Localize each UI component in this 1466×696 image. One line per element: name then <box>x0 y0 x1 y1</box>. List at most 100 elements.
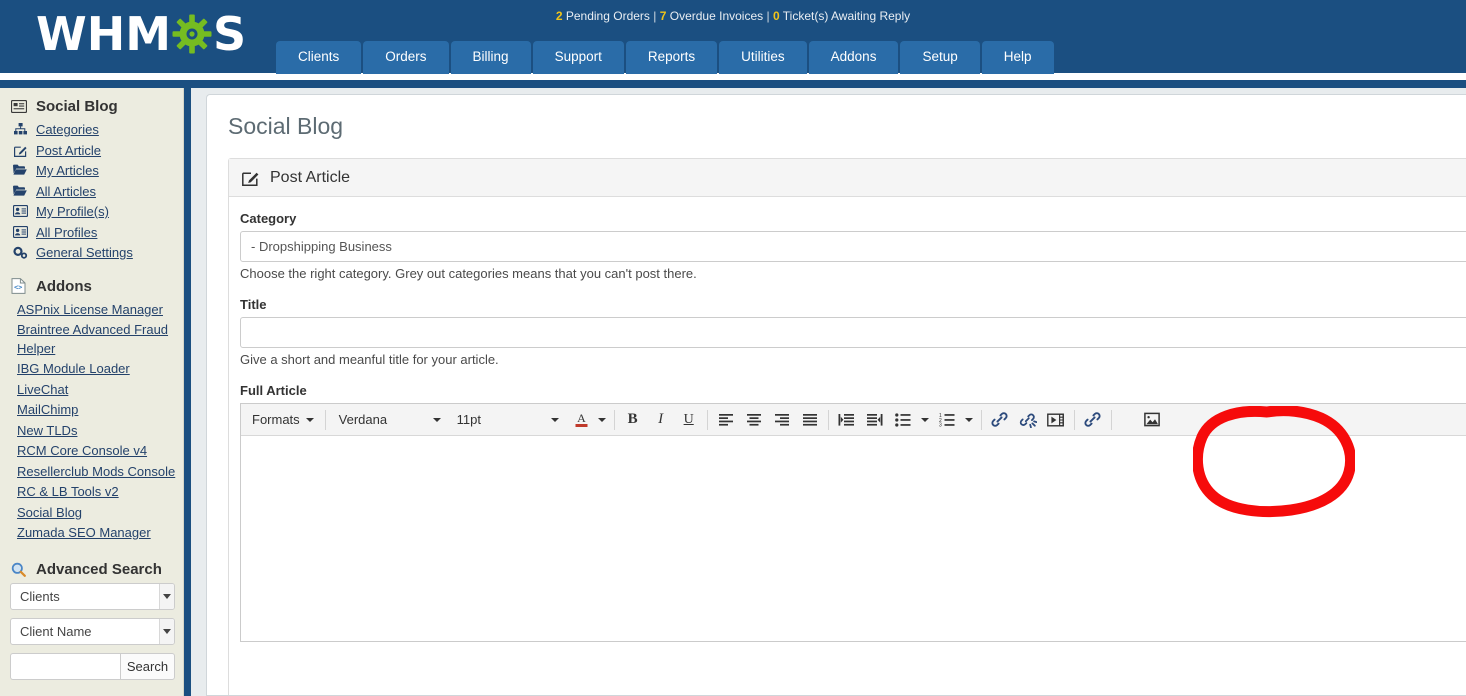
sidebar-section-social-blog-title: Social Blog <box>36 98 118 115</box>
nav-item-help[interactable]: Help <box>981 41 1054 74</box>
sidebar-item-aspnix-license-manager[interactable]: ASPnix License Manager <box>0 300 183 321</box>
sidebar-item-rcm-core-console-label[interactable]: RCM Core Console v4 <box>17 442 147 461</box>
unlink-button[interactable] <box>1014 407 1042 433</box>
text-color-button[interactable]: A <box>566 407 594 433</box>
search-field-select[interactable]: Client Name <box>10 617 175 645</box>
numbered-list-button[interactable]: 1 2 3 <box>933 407 961 433</box>
sidebar-item-my-articles-label[interactable]: My Articles <box>36 162 99 181</box>
underline-button[interactable]: U <box>675 407 703 433</box>
toolbar-separator <box>613 409 615 430</box>
sidebar-item-my-articles[interactable]: My Articles <box>0 161 183 182</box>
align-right-icon <box>774 413 790 427</box>
indent-button[interactable] <box>833 407 861 433</box>
sidebar-item-all-articles[interactable]: All Articles <box>0 182 183 203</box>
advanced-search-section: Advanced Search Clients Client Name Sear… <box>0 550 183 680</box>
align-justify-button[interactable] <box>796 407 824 433</box>
title-input[interactable] <box>240 317 1466 348</box>
align-right-button[interactable] <box>768 407 796 433</box>
sidebar-item-categories[interactable]: Categories <box>0 120 183 141</box>
sidebar-item-braintree-fraud-helper-label[interactable]: Braintree Advanced Fraud Helper <box>17 321 177 358</box>
sidebar-item-braintree-fraud-helper[interactable]: Braintree Advanced Fraud Helper <box>0 320 183 359</box>
outdent-button[interactable] <box>861 407 889 433</box>
insert-image-icon <box>1143 412 1160 427</box>
search-type-select[interactable]: Clients <box>10 582 175 610</box>
numbered-list-icon: 1 2 3 <box>939 413 955 427</box>
font-family-value: Verdana <box>338 412 388 427</box>
sidebar-item-zumada-seo-manager-label[interactable]: Zumada SEO Manager <box>17 524 151 543</box>
insert-video-icon <box>1047 413 1065 427</box>
sidebar-item-social-blog[interactable]: Social Blog <box>0 503 183 524</box>
search-input[interactable] <box>10 652 120 680</box>
bullet-list-icon <box>894 412 911 427</box>
sidebar-item-my-profiles[interactable]: My Profile(s) <box>0 202 183 223</box>
sidebar-item-post-article-label[interactable]: Post Article <box>36 142 101 161</box>
bold-button[interactable]: B <box>619 407 647 433</box>
chevron-down-icon <box>964 417 973 422</box>
sidebar-item-resellerclub-mods-console-label[interactable]: Resellerclub Mods Console <box>17 463 175 482</box>
pending-orders-count: 2 <box>555 9 563 23</box>
sidebar-item-categories-label[interactable]: Categories <box>36 121 99 140</box>
chevron-down-icon <box>920 417 929 422</box>
sidebar-item-new-tlds[interactable]: New TLDs <box>0 421 183 442</box>
align-center-button[interactable] <box>740 407 768 433</box>
category-select[interactable]: - Dropshipping Business <box>240 231 1466 262</box>
rich-text-editor: Formats Verdana 11pt A B I U 1 2 3 <box>240 403 1466 642</box>
anchor-link-button[interactable] <box>1079 407 1107 433</box>
sidebar-item-ibg-module-loader[interactable]: IBG Module Loader <box>0 359 183 380</box>
italic-button[interactable]: I <box>647 407 675 433</box>
overdue-invoices-label[interactable]: Overdue Invoices <box>670 9 763 23</box>
insert-image-button[interactable] <box>1138 407 1166 433</box>
sidebar-item-general-settings-label[interactable]: General Settings <box>36 244 133 263</box>
nav-item-setup[interactable]: Setup <box>900 41 980 74</box>
nav-item-billing[interactable]: Billing <box>450 41 531 74</box>
nav-item-clients[interactable]: Clients <box>276 41 362 74</box>
font-family-dropdown[interactable]: Verdana <box>330 407 448 433</box>
sidebar-item-resellerclub-mods-console[interactable]: Resellerclub Mods Console <box>0 462 183 483</box>
sidebar-item-livechat-label[interactable]: LiveChat <box>17 381 68 400</box>
awaiting-tickets-label[interactable]: Ticket(s) Awaiting Reply <box>783 9 910 23</box>
nav-item-addons[interactable]: Addons <box>808 41 899 74</box>
nav-item-reports[interactable]: Reports <box>625 41 718 74</box>
category-label: Category <box>240 211 297 226</box>
status-summary: 2 Pending Orders | 7 Overdue Invoices | … <box>0 9 1466 23</box>
nav-item-support[interactable]: Support <box>532 41 624 74</box>
align-left-button[interactable] <box>712 407 740 433</box>
sidebar-item-rcm-core-console[interactable]: RCM Core Console v4 <box>0 441 183 462</box>
sidebar: Social Blog Categories Post Article My A… <box>0 88 184 696</box>
sidebar-item-mailchimp[interactable]: MailChimp <box>0 400 183 421</box>
search-button[interactable]: Search <box>120 652 175 680</box>
nav-item-orders[interactable]: Orders <box>363 41 449 74</box>
text-color-dropdown[interactable] <box>594 407 610 433</box>
sidebar-item-mailchimp-label[interactable]: MailChimp <box>17 401 78 420</box>
font-size-dropdown[interactable]: 11pt <box>448 407 566 433</box>
sidebar-item-ibg-module-loader-label[interactable]: IBG Module Loader <box>17 360 130 379</box>
bullet-list-dropdown[interactable] <box>917 407 933 433</box>
numbered-list-dropdown[interactable] <box>961 407 977 433</box>
sidebar-item-general-settings[interactable]: General Settings <box>0 243 183 264</box>
sidebar-item-rc-lb-tools[interactable]: RC & LB Tools v2 <box>0 482 183 503</box>
toolbar-separator <box>827 409 829 430</box>
formats-dropdown-label: Formats <box>252 412 300 427</box>
insert-link-button[interactable] <box>986 407 1014 433</box>
sidebar-item-zumada-seo-manager[interactable]: Zumada SEO Manager <box>0 523 183 544</box>
underline-icon: U <box>683 411 694 427</box>
sidebar-item-livechat[interactable]: LiveChat <box>0 380 183 401</box>
sidebar-item-aspnix-license-manager-label[interactable]: ASPnix License Manager <box>17 301 163 320</box>
italic-icon: I <box>658 411 664 427</box>
sidebar-item-my-profiles-label[interactable]: My Profile(s) <box>36 203 109 222</box>
editor-content-area[interactable] <box>241 436 1466 641</box>
sidebar-item-all-articles-label[interactable]: All Articles <box>36 183 96 202</box>
sidebar-item-all-profiles-label[interactable]: All Profiles <box>36 224 97 243</box>
insert-video-button[interactable] <box>1042 407 1070 433</box>
sidebar-item-social-blog-label[interactable]: Social Blog <box>17 504 82 523</box>
formats-dropdown[interactable]: Formats <box>243 407 321 433</box>
align-justify-icon <box>802 413 818 427</box>
sidebar-item-rc-lb-tools-label[interactable]: RC & LB Tools v2 <box>17 483 119 502</box>
sidebar-item-all-profiles[interactable]: All Profiles <box>0 223 183 244</box>
nav-item-utilities[interactable]: Utilities <box>719 41 807 74</box>
pending-orders-label[interactable]: Pending Orders <box>566 9 650 23</box>
sidebar-item-post-article[interactable]: Post Article <box>0 141 183 162</box>
sidebar-item-new-tlds-label[interactable]: New TLDs <box>17 422 77 441</box>
title-label: Title <box>240 297 267 312</box>
bullet-list-button[interactable] <box>889 407 917 433</box>
